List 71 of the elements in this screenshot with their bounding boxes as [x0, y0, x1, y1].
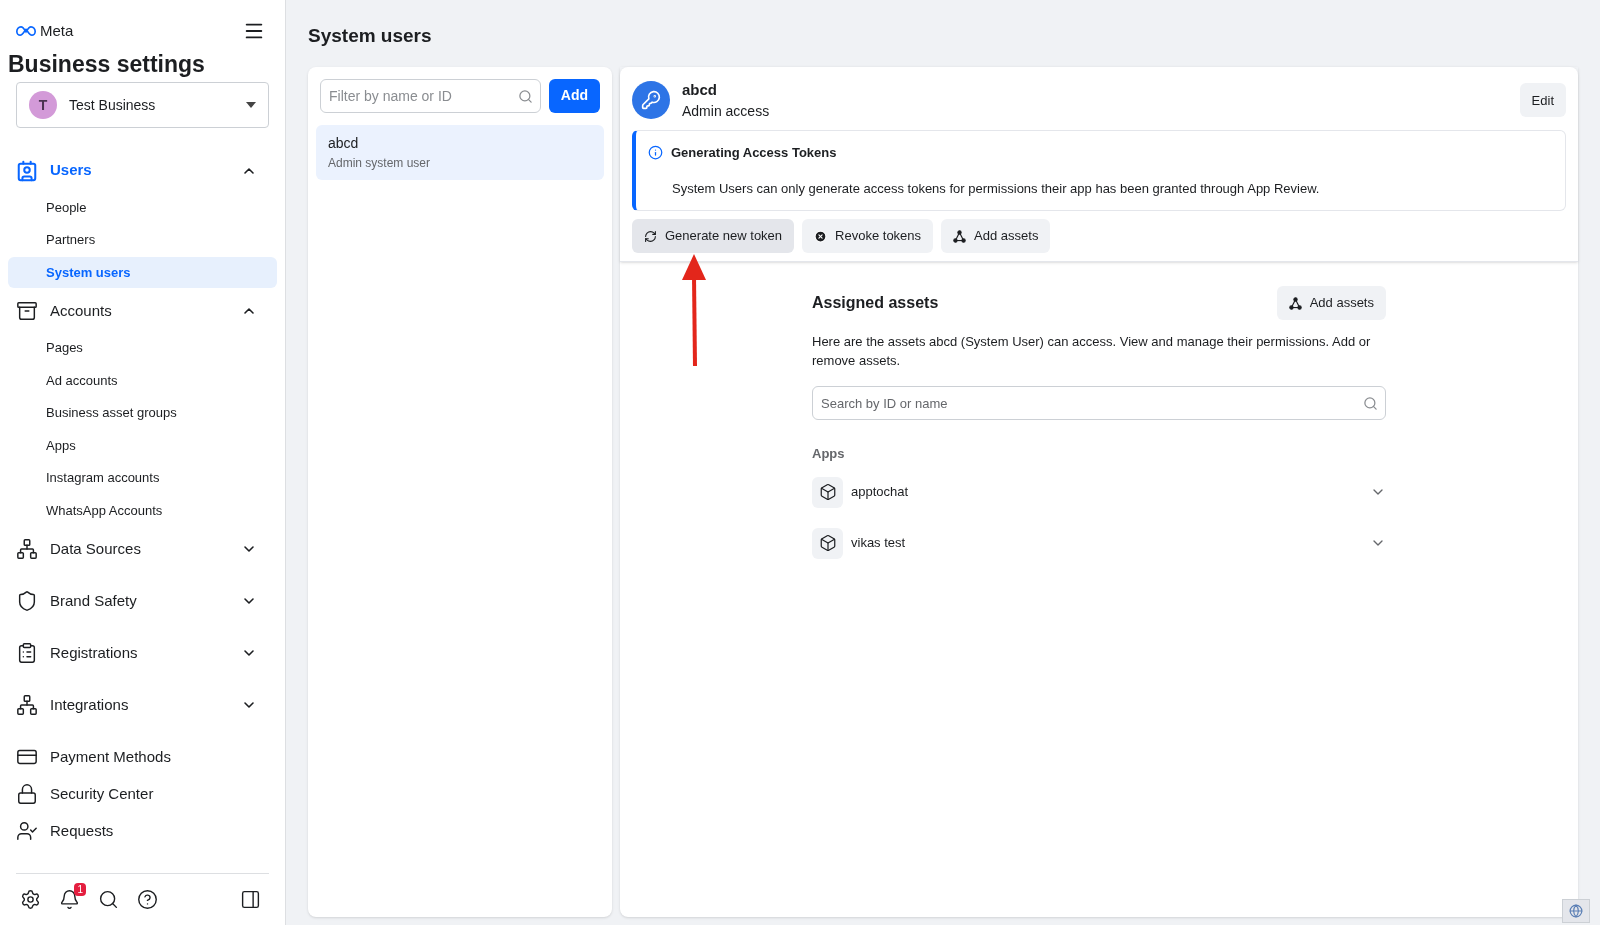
- person-check-icon: [16, 820, 38, 842]
- help-icon: [137, 889, 158, 910]
- notification-badge: 1: [74, 883, 86, 896]
- info-icon: [648, 145, 663, 161]
- section-title: Assigned assets: [812, 293, 939, 313]
- nav-link[interactable]: Payment Methods: [8, 738, 277, 776]
- avatar: T: [29, 91, 57, 119]
- asset-search-field[interactable]: Search by ID or name: [812, 386, 1386, 420]
- clipboard-icon: [16, 642, 38, 664]
- archive-box-icon: [16, 300, 38, 322]
- nav-item[interactable]: System users: [8, 257, 277, 288]
- dropdown-caret-icon: [246, 102, 256, 108]
- globe-button[interactable]: [1562, 899, 1590, 923]
- add-assets-button[interactable]: Add assets: [1276, 286, 1386, 320]
- nav-item[interactable]: People: [8, 192, 277, 223]
- bell-icon: [59, 889, 80, 910]
- shield-icon: [16, 590, 38, 612]
- help-button[interactable]: [137, 889, 158, 910]
- filter-field[interactable]: Filter by name or ID: [320, 78, 541, 113]
- business-selector[interactable]: T Test Business: [16, 82, 269, 128]
- search-icon: [1363, 396, 1378, 411]
- nav-item[interactable]: Business asset groups: [8, 397, 277, 429]
- panel-icon: [240, 889, 261, 910]
- globe-icon: [1569, 904, 1583, 918]
- infinity-logo-icon: [16, 26, 36, 36]
- action-button[interactable]: Generate new token: [632, 219, 795, 253]
- page-title: System users: [308, 24, 433, 48]
- refresh-icon: [644, 229, 657, 243]
- action-button[interactable]: Add assets: [941, 219, 1051, 253]
- edit-button[interactable]: Edit: [1519, 83, 1566, 118]
- nav-item[interactable]: Apps: [8, 430, 277, 461]
- nav-section[interactable]: Brand Safety: [8, 582, 277, 620]
- nav-section[interactable]: Data Sources: [8, 530, 277, 568]
- notice-text: System Users can only generate access tokens for permissions their app has been granted through App Review.: [671, 179, 1321, 198]
- search-icon: [517, 88, 533, 104]
- user-name: abcd: [682, 79, 718, 100]
- app-row[interactable]: apptochat: [812, 469, 1386, 515]
- nav-item[interactable]: Instagram accounts: [8, 462, 277, 494]
- brand-name: Meta: [40, 20, 74, 41]
- nodes-icon: [16, 538, 38, 560]
- app-row[interactable]: vikas test: [812, 520, 1386, 566]
- close-circle-icon: [814, 229, 828, 243]
- access-level: Admin access: [682, 102, 771, 121]
- sidebar-title: Business settings: [7, 50, 206, 78]
- nav-item[interactable]: Partners: [8, 224, 277, 256]
- id-card-icon: [16, 159, 38, 182]
- action-button[interactable]: Revoke tokens: [802, 219, 934, 253]
- nav-link[interactable]: Security Center: [8, 775, 277, 813]
- lock-icon: [16, 783, 38, 805]
- notifications-button[interactable]: [59, 889, 80, 910]
- search-button[interactable]: [98, 889, 119, 910]
- key-avatar-icon: [632, 81, 670, 120]
- add-button[interactable]: Add: [548, 78, 600, 113]
- nav-item[interactable]: Pages: [8, 332, 277, 364]
- settings-button[interactable]: [20, 889, 41, 910]
- notice-title: Generating Access Tokens: [671, 144, 837, 162]
- settings-icon: [20, 889, 41, 910]
- section-description: Here are the assets abcd (System User) can access. View and manage their permissions. Add or remove assets.: [812, 333, 1372, 370]
- group-label: Apps: [812, 445, 846, 463]
- user-list-item[interactable]: abcd Admin system user: [316, 124, 604, 180]
- nav-item[interactable]: WhatsApp Accounts: [8, 495, 277, 526]
- nav-item[interactable]: Ad accounts: [8, 365, 277, 396]
- nav-section[interactable]: Integrations: [8, 686, 277, 724]
- nav-section[interactable]: Registrations: [8, 634, 277, 672]
- nav-link[interactable]: Requests: [8, 812, 277, 850]
- panel-toggle-button[interactable]: [240, 889, 261, 910]
- nav-section[interactable]: Accounts: [8, 292, 277, 330]
- nav-section[interactable]: Users: [8, 152, 277, 189]
- cube-icon: [812, 527, 843, 559]
- cube-icon: [812, 476, 843, 508]
- search-icon: [98, 889, 119, 910]
